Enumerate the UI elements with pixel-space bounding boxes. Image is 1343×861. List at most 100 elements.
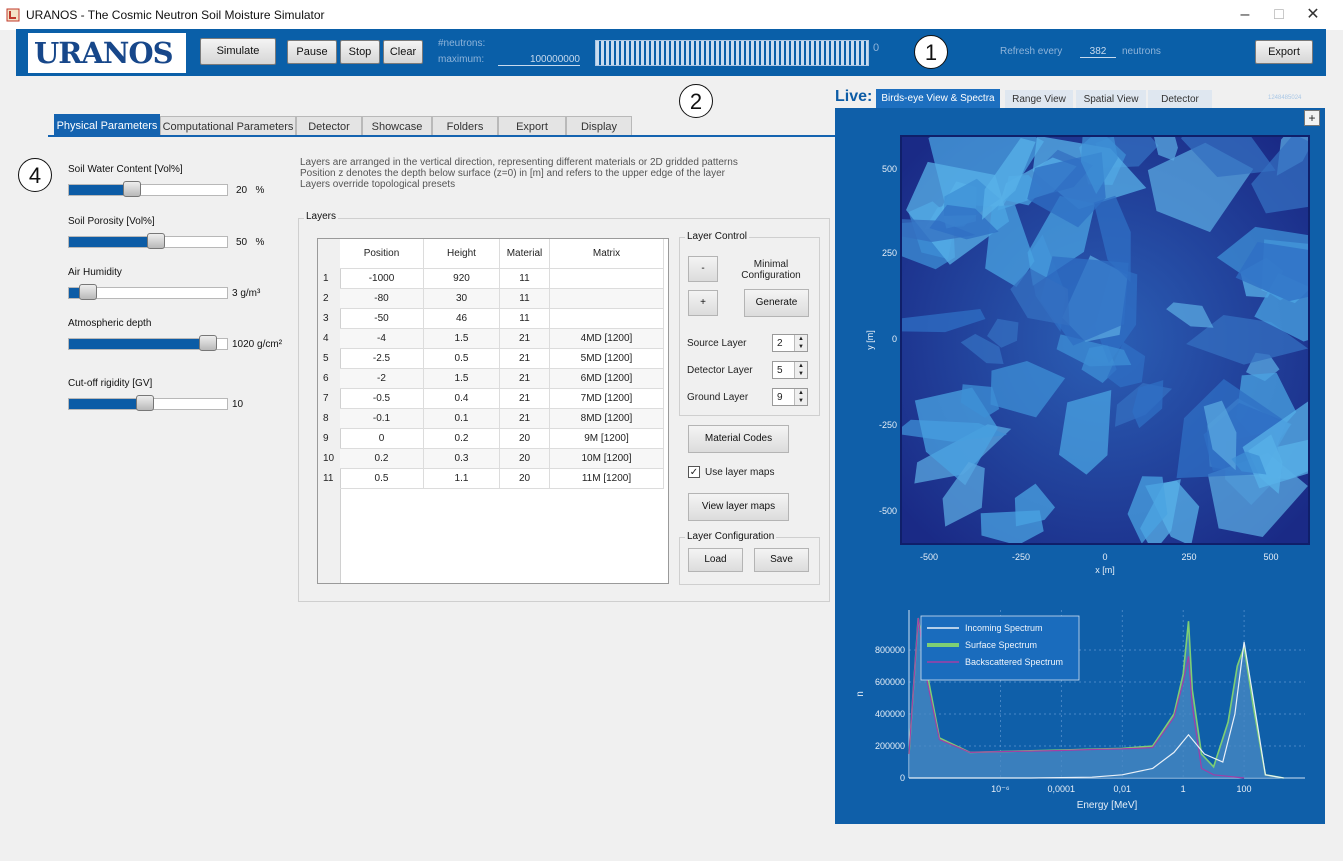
clear-button[interactable]: Clear (383, 40, 423, 64)
generate-button[interactable]: Generate (744, 289, 809, 317)
slider-track[interactable] (68, 335, 228, 351)
table-cell-height[interactable]: 30 (424, 289, 500, 309)
table-cell-height[interactable]: 0.2 (424, 429, 500, 449)
table-cell-matrix[interactable]: 5MD [1200] (550, 349, 664, 369)
slider-track[interactable] (68, 233, 228, 249)
add-layer-button[interactable]: + (688, 290, 718, 316)
tab-birds-eye[interactable]: Birds-eye View & Spectra (876, 89, 1000, 109)
table-cell-material[interactable]: 11 (500, 309, 550, 329)
table-cell-material[interactable]: 21 (500, 409, 550, 429)
tab-physical-parameters[interactable]: Physical Parameters (54, 114, 160, 137)
layers-table[interactable]: Position Height Material Matrix 1 -1000 920 11… (317, 238, 669, 584)
table-cell-material[interactable]: 21 (500, 329, 550, 349)
close-button[interactable]: ✕ (1298, 4, 1328, 26)
table-cell-height[interactable]: 0.4 (424, 389, 500, 409)
table-cell-matrix[interactable]: 9M [1200] (550, 429, 664, 449)
tab-live-detector[interactable]: Detector (1148, 90, 1212, 110)
maximum-input[interactable]: 100000000 (498, 54, 580, 66)
expand-button[interactable]: + (1304, 110, 1320, 126)
table-cell-matrix[interactable] (550, 269, 664, 289)
table-cell-position[interactable]: -1000 (340, 269, 424, 289)
table-cell-height[interactable]: 1.5 (424, 369, 500, 389)
spin-arrows-icon[interactable]: ▲ ▼ (794, 389, 807, 405)
slider-thumb[interactable] (123, 181, 142, 197)
slider-track[interactable] (68, 181, 228, 197)
table-cell-height[interactable]: 46 (424, 309, 500, 329)
spin-arrows-icon[interactable]: ▲ ▼ (794, 362, 807, 378)
table-cell-material[interactable]: 21 (500, 349, 550, 369)
row-number: 1 (323, 273, 329, 284)
tab-folders[interactable]: Folders (432, 116, 498, 137)
table-cell-position[interactable]: -0.5 (340, 389, 424, 409)
column-header[interactable]: Position (340, 239, 424, 269)
table-cell-position[interactable]: -2.5 (340, 349, 424, 369)
simulate-button[interactable]: Simulate (200, 38, 276, 65)
table-cell-matrix[interactable]: 4MD [1200] (550, 329, 664, 349)
table-cell-material[interactable]: 20 (500, 429, 550, 449)
slider-track[interactable] (68, 395, 228, 411)
slider-thumb[interactable] (199, 335, 218, 351)
slider-thumb[interactable] (146, 233, 165, 249)
table-cell-material[interactable]: 21 (500, 369, 550, 389)
table-cell-matrix[interactable]: 10M [1200] (550, 449, 664, 469)
column-header[interactable]: Height (424, 239, 500, 269)
table-cell-position[interactable]: -4 (340, 329, 424, 349)
live-label: Live: (835, 88, 873, 105)
table-cell-height[interactable]: 0.3 (424, 449, 500, 469)
view-layer-maps-button[interactable]: View layer maps (688, 493, 789, 521)
app-icon (6, 8, 20, 22)
spin-arrows-icon[interactable]: ▲ ▼ (794, 335, 807, 351)
stop-button[interactable]: Stop (340, 40, 380, 64)
refresh-input[interactable]: 382 (1080, 46, 1116, 58)
tab-display[interactable]: Display (566, 116, 632, 137)
load-button[interactable]: Load (688, 548, 743, 572)
export-button[interactable]: Export (1255, 40, 1313, 64)
table-cell-material[interactable]: 20 (500, 449, 550, 469)
table-cell-material[interactable]: 11 (500, 269, 550, 289)
table-cell-matrix[interactable]: 7MD [1200] (550, 389, 664, 409)
birds-eye-map[interactable]: -500 -250 0 250 500 500 250 0 -250 -500 x [m] y [m] (835, 130, 1325, 580)
pause-button[interactable]: Pause (287, 40, 337, 64)
tab-computational-parameters[interactable]: Computational Parameters (160, 116, 296, 137)
material-codes-button[interactable]: Material Codes (688, 425, 789, 453)
tab-showcase[interactable]: Showcase (362, 116, 432, 137)
detector-layer-spinbox[interactable]: 5 ▲ ▼ (772, 361, 808, 379)
table-cell-material[interactable]: 20 (500, 469, 550, 489)
slider-thumb[interactable] (135, 395, 154, 411)
table-cell-position[interactable]: 0.5 (340, 469, 424, 489)
maximize-button[interactable]: □ (1264, 4, 1294, 26)
table-cell-material[interactable]: 11 (500, 289, 550, 309)
tab-range-view[interactable]: Range View (1005, 90, 1073, 110)
table-cell-position[interactable]: -0.1 (340, 409, 424, 429)
table-cell-matrix[interactable]: 11M [1200] (550, 469, 664, 489)
table-cell-height[interactable]: 0.5 (424, 349, 500, 369)
table-cell-height[interactable]: 1.5 (424, 329, 500, 349)
table-cell-position[interactable]: -50 (340, 309, 424, 329)
table-cell-material[interactable]: 21 (500, 389, 550, 409)
column-header[interactable]: Material (500, 239, 550, 269)
tab-export[interactable]: Export (498, 116, 566, 137)
table-cell-matrix[interactable] (550, 289, 664, 309)
use-layer-maps-checkbox[interactable]: ✓ (688, 466, 700, 478)
table-cell-position[interactable]: 0.2 (340, 449, 424, 469)
slider-label: Air Humidity (68, 267, 122, 278)
table-cell-matrix[interactable] (550, 309, 664, 329)
tab-detector[interactable]: Detector (296, 116, 362, 137)
minimize-button[interactable]: – (1230, 4, 1260, 26)
source-layer-spinbox[interactable]: 2 ▲ ▼ (772, 334, 808, 352)
remove-layer-button[interactable]: - (688, 256, 718, 282)
table-cell-height[interactable]: 0.1 (424, 409, 500, 429)
ground-layer-spinbox[interactable]: 9 ▲ ▼ (772, 388, 808, 406)
table-cell-position[interactable]: 0 (340, 429, 424, 449)
table-cell-height[interactable]: 920 (424, 269, 500, 289)
table-cell-position[interactable]: -80 (340, 289, 424, 309)
column-header[interactable]: Matrix (550, 239, 664, 269)
slider-thumb[interactable] (78, 284, 97, 300)
table-cell-height[interactable]: 1.1 (424, 469, 500, 489)
tab-spatial-view[interactable]: Spatial View (1076, 90, 1146, 110)
table-cell-matrix[interactable]: 8MD [1200] (550, 409, 664, 429)
table-cell-matrix[interactable]: 6MD [1200] (550, 369, 664, 389)
slider-track[interactable] (68, 284, 228, 300)
save-button[interactable]: Save (754, 548, 809, 572)
table-cell-position[interactable]: -2 (340, 369, 424, 389)
